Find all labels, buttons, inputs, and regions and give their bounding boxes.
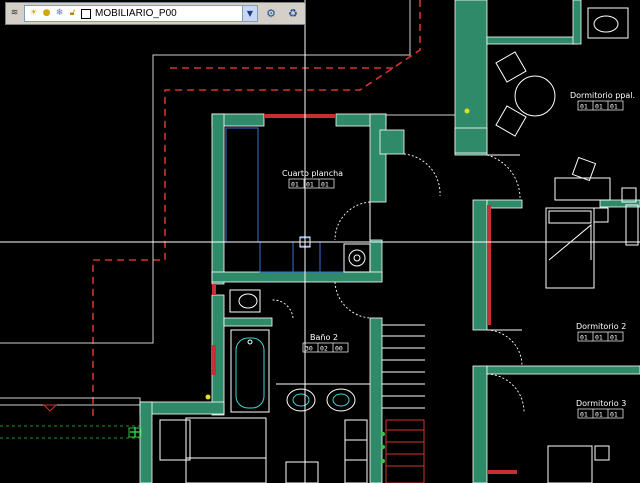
lock-icon[interactable]: 🔓︎ [67,8,78,19]
svg-text:02: 02 [320,345,328,353]
svg-text:01: 01 [580,334,588,342]
staircase [382,324,425,483]
svg-text:30: 30 [305,345,313,353]
sun-icon[interactable]: ● [41,8,52,19]
chevron-down-icon[interactable]: ▼ [242,6,257,21]
svg-text:01: 01 [610,411,618,419]
room-label-cuarto-plancha: Cuarto plancha 01 01 01 [282,169,343,189]
previous-layer-icon[interactable]: ♻ [284,5,302,23]
lightbulb-icon[interactable]: ☀ [28,8,39,19]
svg-text:01: 01 [595,334,603,342]
svg-text:Baño 2: Baño 2 [310,333,338,342]
svg-text:Dormitorio ppal.: Dormitorio ppal. [570,91,635,100]
layer-toolbar: ≋ ☀ ● ❄ 🔓︎ MOBILIARIO_P00 ▼ ⚙ ♻ [5,2,306,25]
dashed-guides [0,425,140,439]
layer-dropdown[interactable]: ☀ ● ❄ 🔓︎ MOBILIARIO_P00 ▼ [24,5,258,22]
bedroom3-furniture [547,445,610,483]
layers-icon[interactable]: ≋ [9,8,20,19]
crosshair-cursor [0,0,640,483]
bedroom2-furniture [545,204,639,289]
room-label-bano-2: Baño 2 30 02 00 [302,333,349,353]
outline-lines [0,0,470,406]
laundry-furniture [225,127,371,273]
color-swatch-icon[interactable] [80,8,91,19]
svg-text:Dormitorio 2: Dormitorio 2 [576,322,626,331]
svg-text:Cuarto plancha: Cuarto plancha [282,169,343,178]
svg-text:01: 01 [595,411,603,419]
bathroom-fixtures [229,289,370,413]
snap-markers [42,108,470,463]
room-label-dormitorio-3: Dormitorio 3 01 01 01 [576,399,626,419]
room-label-dormitorio-2: Dormitorio 2 01 01 01 [576,322,626,342]
svg-text:01: 01 [595,103,603,111]
svg-text:01: 01 [291,181,299,189]
room-label-dormitorio-ppal: Dormitorio ppal. 01 01 01 [570,91,635,111]
svg-text:01: 01 [306,181,314,189]
svg-text:01: 01 [321,181,329,189]
svg-text:01: 01 [610,103,618,111]
svg-text:01: 01 [580,411,588,419]
drawing-canvas[interactable]: Cuarto plancha 01 01 01 Dormitorio ppal.… [0,0,640,483]
layer-name: MOBILIARIO_P00 [95,8,177,19]
make-current-layer-icon[interactable]: ⚙ [262,5,280,23]
svg-text:00: 00 [335,345,343,353]
freeze-icon[interactable]: ❄ [54,8,65,19]
svg-text:01: 01 [610,334,618,342]
svg-text:01: 01 [580,103,588,111]
lower-left-furniture [159,417,368,483]
svg-text:Dormitorio 3: Dormitorio 3 [576,399,626,408]
layer-state-icons: ☀ ● ❄ 🔓︎ [25,8,91,19]
